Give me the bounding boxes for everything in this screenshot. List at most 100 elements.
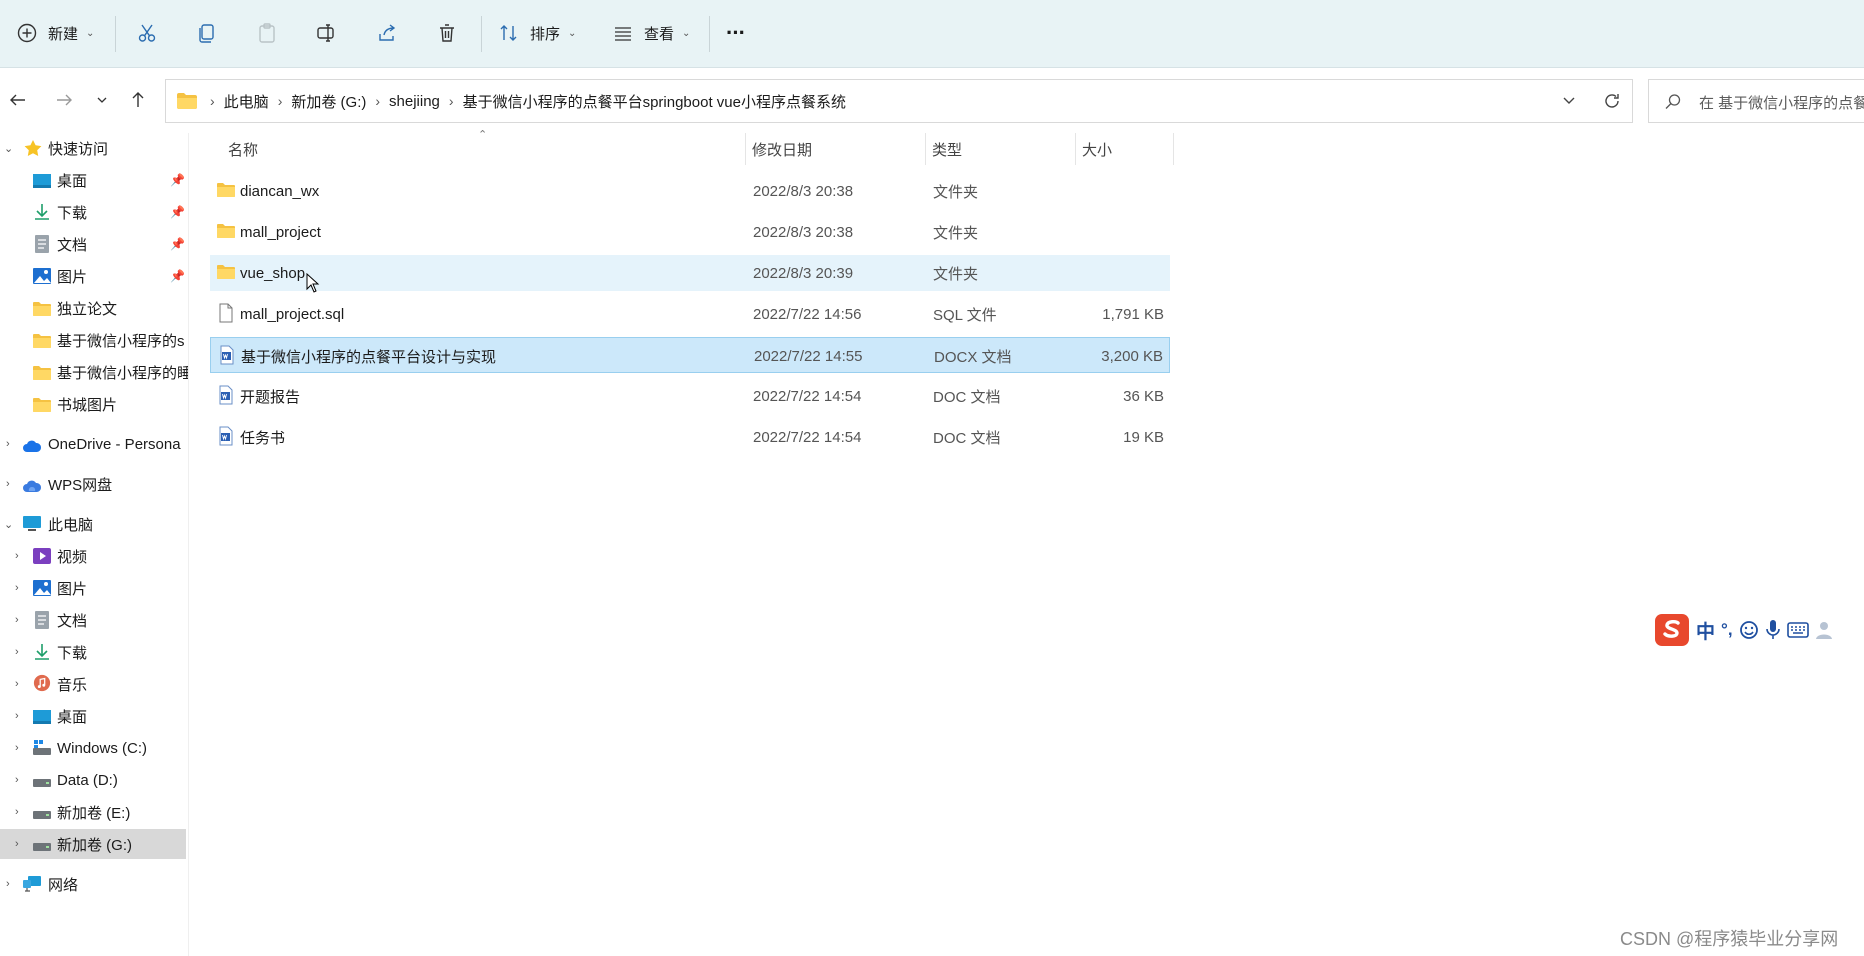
search-input[interactable]: 在 基于微信小程序的点餐 bbox=[1699, 92, 1864, 113]
column-divider[interactable] bbox=[745, 133, 746, 165]
breadcrumb-item[interactable]: 基于微信小程序的点餐平台springboot vue小程序点餐系统 bbox=[463, 91, 846, 112]
chevron-right-icon[interactable]: › bbox=[6, 478, 10, 490]
file-row[interactable]: 基于微信小程序的点餐平台设计与实现 2022/7/22 14:55 DOCX 文… bbox=[210, 337, 1170, 373]
file-type: 文件夹 bbox=[933, 265, 979, 283]
nav-drive-e[interactable]: › 新加卷 (E:) bbox=[0, 797, 188, 827]
nav-item-folder[interactable]: 书城图片 bbox=[0, 389, 188, 419]
chevron-right-icon[interactable]: › bbox=[15, 710, 19, 722]
nav-item-documents[interactable]: › 文档 bbox=[0, 605, 188, 635]
chevron-right-icon[interactable]: › bbox=[15, 774, 19, 786]
chevron-right-icon[interactable]: › bbox=[278, 93, 283, 109]
search-box[interactable]: 在 基于微信小程序的点餐 bbox=[1648, 79, 1864, 123]
ime-punctuation-toggle[interactable]: °, bbox=[1721, 620, 1733, 640]
file-row[interactable]: vue_shop 2022/8/3 20:39 文件夹 bbox=[210, 255, 1170, 293]
column-header-name[interactable]: 名称 bbox=[228, 133, 743, 165]
view-button[interactable]: 查看 ⌄ bbox=[612, 10, 690, 56]
ime-toolbar[interactable]: 中 °, bbox=[1654, 612, 1864, 648]
nav-label: 独立论文 bbox=[57, 300, 118, 318]
chevron-right-icon[interactable]: › bbox=[15, 838, 19, 850]
back-button[interactable] bbox=[4, 86, 32, 114]
file-row[interactable]: mall_project 2022/8/3 20:38 文件夹 bbox=[210, 214, 1170, 250]
chevron-right-icon[interactable]: › bbox=[449, 93, 454, 109]
file-type: DOC 文档 bbox=[933, 388, 1001, 406]
chevron-right-icon[interactable]: › bbox=[6, 438, 10, 450]
chevron-right-icon[interactable]: › bbox=[6, 878, 10, 890]
download-icon bbox=[35, 644, 49, 660]
new-button[interactable]: 新建 ⌄ bbox=[16, 10, 94, 56]
ime-mode-toggle[interactable]: 中 bbox=[1696, 617, 1715, 644]
column-header-date[interactable]: 修改日期 bbox=[752, 133, 922, 165]
nav-onedrive[interactable]: › OneDrive - Persona bbox=[0, 429, 188, 459]
copy-button[interactable] bbox=[196, 10, 218, 56]
nav-drive-d[interactable]: › Data (D:) bbox=[0, 765, 188, 795]
user-settings-icon[interactable] bbox=[1815, 620, 1837, 640]
chevron-down-icon: ⌄ bbox=[568, 27, 577, 39]
nav-item-folder[interactable]: 独立论文 bbox=[0, 293, 188, 323]
file-row[interactable]: diancan_wx 2022/8/3 20:38 文件夹 bbox=[210, 173, 1170, 209]
address-bar[interactable]: › 此电脑 › 新加卷 (G:) › shejiing › 基于微信小程序的点餐… bbox=[165, 79, 1633, 123]
microphone-icon[interactable] bbox=[1765, 619, 1781, 641]
nav-quick-access[interactable]: ⌄ 快速访问 bbox=[0, 133, 188, 163]
share-button[interactable] bbox=[376, 10, 398, 56]
nav-item-folder[interactable]: 基于微信小程序的s bbox=[0, 325, 188, 355]
column-header-size[interactable]: 大小 bbox=[1082, 133, 1172, 165]
nav-network[interactable]: › 网络 bbox=[0, 869, 188, 899]
copy-icon bbox=[199, 24, 214, 43]
nav-item-pictures[interactable]: › 图片 bbox=[0, 573, 188, 603]
breadcrumb-item[interactable]: shejiing bbox=[389, 93, 440, 110]
file-row[interactable]: mall_project.sql 2022/7/22 14:56 SQL 文件 … bbox=[210, 296, 1170, 332]
chevron-right-icon[interactable]: › bbox=[375, 93, 380, 109]
pane-splitter[interactable] bbox=[188, 133, 189, 956]
forward-button[interactable] bbox=[50, 86, 78, 114]
sort-button[interactable]: 排序 ⌄ bbox=[498, 10, 576, 56]
keyboard-icon[interactable] bbox=[1786, 622, 1809, 638]
arrow-right-icon bbox=[57, 94, 72, 106]
sogou-logo-icon[interactable] bbox=[1654, 613, 1690, 647]
nav-item-downloads[interactable]: 下载 📌 bbox=[0, 197, 188, 227]
nav-item-desktop[interactable]: 桌面 📌 bbox=[0, 165, 188, 195]
rename-button[interactable] bbox=[316, 10, 338, 56]
nav-this-pc[interactable]: ⌄ 此电脑 bbox=[0, 509, 188, 539]
chevron-right-icon[interactable]: › bbox=[15, 742, 19, 754]
pin-icon: 📌 bbox=[170, 173, 185, 187]
chevron-down-icon[interactable] bbox=[1562, 95, 1576, 107]
paste-button[interactable] bbox=[256, 10, 278, 56]
column-divider[interactable] bbox=[1173, 133, 1174, 165]
breadcrumb-item[interactable]: 此电脑 bbox=[224, 91, 269, 112]
chevron-right-icon[interactable]: › bbox=[15, 614, 19, 626]
nav-label: WPS网盘 bbox=[48, 476, 113, 494]
column-divider[interactable] bbox=[1075, 133, 1076, 165]
chevron-right-icon[interactable]: › bbox=[15, 646, 19, 658]
nav-drive-c[interactable]: › Windows (C:) bbox=[0, 733, 188, 763]
refresh-icon[interactable] bbox=[1602, 91, 1622, 111]
nav-item-folder[interactable]: 基于微信小程序的睡 bbox=[0, 357, 188, 387]
delete-button[interactable] bbox=[436, 10, 458, 56]
nav-item-desktop[interactable]: › 桌面 bbox=[0, 701, 188, 731]
cut-button[interactable] bbox=[136, 10, 158, 56]
chevron-right-icon[interactable]: › bbox=[15, 550, 19, 562]
file-row[interactable]: 开题报告 2022/7/22 14:54 DOC 文档 36 KB bbox=[210, 378, 1170, 414]
chevron-down-icon[interactable]: ⌄ bbox=[4, 518, 13, 531]
nav-drive-g[interactable]: › 新加卷 (G:) bbox=[0, 829, 186, 859]
nav-item-downloads[interactable]: › 下载 bbox=[0, 637, 188, 667]
view-list-icon bbox=[615, 27, 631, 41]
chevron-down-icon[interactable]: ⌄ bbox=[4, 142, 13, 155]
chevron-right-icon[interactable]: › bbox=[15, 678, 19, 690]
chevron-right-icon[interactable]: › bbox=[15, 582, 19, 594]
more-options-button[interactable]: ··· bbox=[726, 10, 746, 56]
nav-item-documents[interactable]: 文档 📌 bbox=[0, 229, 188, 259]
emoji-icon[interactable] bbox=[1739, 620, 1759, 640]
nav-item-music[interactable]: › 音乐 bbox=[0, 669, 188, 699]
column-divider[interactable] bbox=[925, 133, 926, 165]
nav-label: 图片 bbox=[57, 580, 88, 598]
up-button[interactable] bbox=[124, 86, 152, 114]
column-header-type[interactable]: 类型 bbox=[932, 133, 1072, 165]
pictures-icon bbox=[33, 580, 51, 596]
nav-item-videos[interactable]: › 视频 bbox=[0, 541, 188, 571]
recent-locations-button[interactable] bbox=[88, 86, 116, 114]
file-row[interactable]: 任务书 2022/7/22 14:54 DOC 文档 19 KB bbox=[210, 419, 1170, 455]
breadcrumb-item[interactable]: 新加卷 (G:) bbox=[291, 91, 366, 112]
nav-item-pictures[interactable]: 图片 📌 bbox=[0, 261, 188, 291]
chevron-right-icon[interactable]: › bbox=[15, 806, 19, 818]
nav-wps-drive[interactable]: › WPS网盘 bbox=[0, 469, 188, 499]
